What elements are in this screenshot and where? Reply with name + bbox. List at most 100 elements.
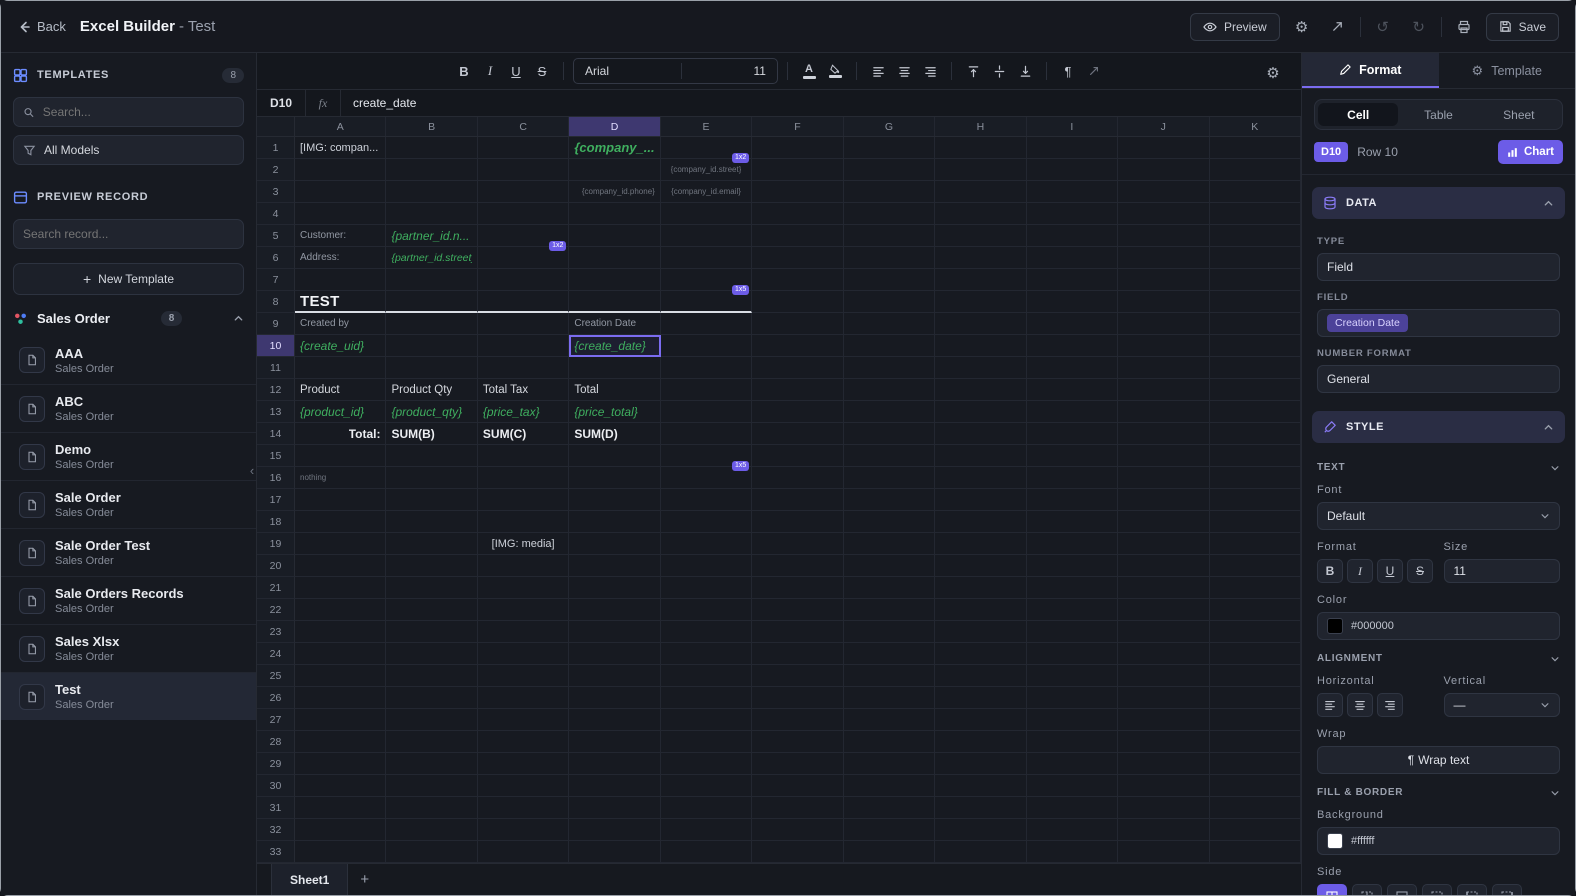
text-color-swatch[interactable] bbox=[1327, 618, 1343, 634]
cell-G3[interactable] bbox=[843, 181, 936, 203]
cell-J30[interactable] bbox=[1118, 775, 1210, 797]
cell-J7[interactable] bbox=[1118, 269, 1210, 291]
cell-I14[interactable] bbox=[1026, 423, 1119, 445]
row-header-19[interactable]: 19 bbox=[257, 533, 295, 555]
cell-H15[interactable] bbox=[935, 445, 1027, 467]
column-header-F[interactable]: F bbox=[752, 117, 844, 136]
row-header-16[interactable]: 16 bbox=[257, 467, 295, 489]
chart-button[interactable]: Chart bbox=[1497, 140, 1563, 164]
cell-F2[interactable] bbox=[752, 159, 844, 181]
cell-C22[interactable] bbox=[477, 599, 570, 621]
cell-E32[interactable] bbox=[660, 819, 753, 841]
cell-D5[interactable] bbox=[569, 225, 661, 247]
cell-J3[interactable] bbox=[1118, 181, 1210, 203]
cell-A30[interactable] bbox=[295, 775, 387, 797]
cell-A24[interactable] bbox=[295, 643, 387, 665]
cell-K25[interactable] bbox=[1209, 665, 1301, 687]
fill-color-button[interactable] bbox=[823, 59, 847, 83]
cell-J31[interactable] bbox=[1118, 797, 1210, 819]
cell-A22[interactable] bbox=[295, 599, 387, 621]
cell-G20[interactable] bbox=[843, 555, 936, 577]
cell-B14[interactable]: SUM(B) bbox=[386, 423, 478, 445]
cell-H23[interactable] bbox=[935, 621, 1027, 643]
cell-E12[interactable] bbox=[660, 379, 753, 401]
template-item-sales-xlsx[interactable]: Sales Xlsx Sales Order bbox=[1, 624, 256, 672]
cell-B27[interactable] bbox=[386, 709, 478, 731]
cell-J23[interactable] bbox=[1118, 621, 1210, 643]
cell-D1[interactable]: {company_... bbox=[569, 137, 661, 159]
cell-G14[interactable] bbox=[843, 423, 936, 445]
row-header-18[interactable]: 18 bbox=[257, 511, 295, 533]
cell-E20[interactable] bbox=[660, 555, 753, 577]
cell-G9[interactable] bbox=[843, 313, 936, 335]
align-right-button[interactable] bbox=[918, 59, 942, 83]
cell-I18[interactable] bbox=[1026, 511, 1119, 533]
cell-A33[interactable] bbox=[295, 841, 387, 863]
cell-H9[interactable] bbox=[935, 313, 1027, 335]
bold-button[interactable]: B bbox=[452, 59, 476, 83]
cell-A27[interactable] bbox=[295, 709, 387, 731]
cell-J20[interactable] bbox=[1118, 555, 1210, 577]
cell-G26[interactable] bbox=[843, 687, 936, 709]
cell-I19[interactable] bbox=[1026, 533, 1119, 555]
cell-I30[interactable] bbox=[1026, 775, 1119, 797]
cell-I9[interactable] bbox=[1026, 313, 1119, 335]
cell-E5[interactable] bbox=[660, 225, 753, 247]
border-outer-button[interactable] bbox=[1387, 884, 1417, 895]
cell-A21[interactable] bbox=[295, 577, 387, 599]
cell-B30[interactable] bbox=[386, 775, 478, 797]
cell-E28[interactable] bbox=[660, 731, 753, 753]
cell-G11[interactable] bbox=[843, 357, 936, 379]
cell-D8[interactable] bbox=[569, 291, 661, 313]
cell-I13[interactable] bbox=[1026, 401, 1119, 423]
cell-F15[interactable] bbox=[752, 445, 844, 467]
row-header-17[interactable]: 17 bbox=[257, 489, 295, 511]
tab-template[interactable]: ⚙ Template bbox=[1439, 53, 1576, 88]
underline-button[interactable]: U bbox=[504, 59, 528, 83]
panel-align-left-button[interactable] bbox=[1317, 693, 1343, 717]
sidebar-collapse-handle[interactable]: ‹ bbox=[246, 457, 258, 483]
cell-C24[interactable] bbox=[477, 643, 570, 665]
wrap-text-toggle[interactable]: ¶ Wrap text bbox=[1317, 746, 1560, 774]
cell-B28[interactable] bbox=[386, 731, 478, 753]
template-item-sale-order-test[interactable]: Sale Order Test Sales Order bbox=[1, 528, 256, 576]
border-right-button[interactable] bbox=[1492, 884, 1522, 895]
cell-J11[interactable] bbox=[1118, 357, 1210, 379]
cell-H20[interactable] bbox=[935, 555, 1027, 577]
text-subsection-header[interactable]: TEXT bbox=[1317, 462, 1560, 473]
background-color-input[interactable]: #ffffff bbox=[1317, 827, 1560, 855]
cell-C14[interactable]: SUM(C) bbox=[477, 423, 570, 445]
cell-A3[interactable] bbox=[295, 181, 387, 203]
cell-D22[interactable] bbox=[569, 599, 661, 621]
cell-E13[interactable] bbox=[660, 401, 753, 423]
cell-J15[interactable] bbox=[1118, 445, 1210, 467]
cell-K31[interactable] bbox=[1209, 797, 1301, 819]
tab-format[interactable]: Format bbox=[1302, 53, 1439, 88]
row-header-13[interactable]: 13 bbox=[257, 401, 295, 423]
italic-button[interactable]: I bbox=[478, 59, 502, 83]
cell-G24[interactable] bbox=[843, 643, 936, 665]
cell-G8[interactable] bbox=[843, 291, 936, 313]
row-header-15[interactable]: 15 bbox=[257, 445, 295, 467]
cell-F23[interactable] bbox=[752, 621, 844, 643]
cell-F10[interactable] bbox=[752, 335, 844, 357]
panel-strike-button[interactable]: S bbox=[1407, 559, 1433, 583]
cell-G17[interactable] bbox=[843, 489, 936, 511]
cell-C2[interactable] bbox=[477, 159, 570, 181]
cell-B7[interactable] bbox=[386, 269, 478, 291]
row-header-1[interactable]: 1 bbox=[257, 137, 295, 159]
cell-D11[interactable] bbox=[569, 357, 661, 379]
cell-H1[interactable] bbox=[935, 137, 1027, 159]
cell-B9[interactable] bbox=[386, 313, 478, 335]
cell-C33[interactable] bbox=[477, 841, 570, 863]
vertical-align-dropdown[interactable]: — bbox=[1443, 693, 1560, 717]
cell-I10[interactable] bbox=[1026, 335, 1119, 357]
cell-J21[interactable] bbox=[1118, 577, 1210, 599]
cell-I32[interactable] bbox=[1026, 819, 1119, 841]
cell-C21[interactable] bbox=[477, 577, 570, 599]
cell-C19[interactable]: [IMG: media] bbox=[477, 533, 570, 555]
cell-K18[interactable] bbox=[1209, 511, 1301, 533]
cell-G7[interactable] bbox=[843, 269, 936, 291]
cell-J5[interactable] bbox=[1118, 225, 1210, 247]
cell-A16[interactable]: nothing bbox=[295, 467, 387, 489]
